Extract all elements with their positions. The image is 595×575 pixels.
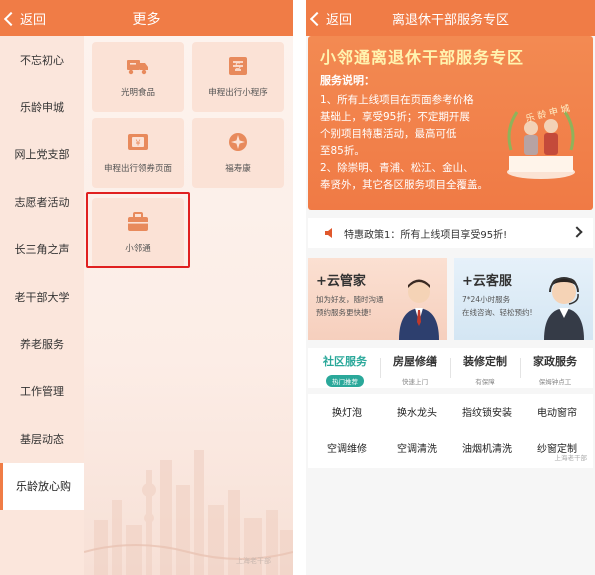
tile-label: 申程出行小程序: [208, 88, 268, 98]
banner-line: 2、除崇明、青浦、松江、金山、: [320, 162, 474, 174]
coupon-icon: ¥: [128, 134, 148, 150]
banner-line: 个别项目特惠活动，最高可低: [320, 128, 457, 140]
page-title: 更多: [132, 12, 161, 28]
truck-icon: [127, 60, 148, 75]
card-subtitle: 7*24小时服务: [462, 295, 511, 304]
cloud-butler-card[interactable]: +云管家 加为好友，随时沟通 预约服务更快捷!: [308, 258, 447, 340]
sidebar-item-yangtze-voice[interactable]: 长三角之声: [0, 226, 84, 273]
customer-service-avatar: [544, 277, 584, 340]
flower-icon: [229, 133, 247, 151]
sidebar-item-leling-shopping[interactable]: 乐龄放心购: [0, 462, 84, 510]
chevron-right-icon: [571, 226, 583, 238]
service-items-grid: 换灯泡 换水龙头 指纹锁安装 电动窗帘 空调维修 空调清洗 油烟机清洗 纱窗定制: [308, 394, 593, 468]
sidebar-item-lelingshencheng[interactable]: 乐龄申城: [0, 83, 84, 130]
tab-label: 家政服务: [533, 355, 577, 368]
highlight-box: [86, 192, 190, 268]
sidebar-item-cadre-university[interactable]: 老干部大学: [0, 273, 84, 320]
svg-text:¥: ¥: [135, 139, 140, 148]
service-item[interactable]: 空调清洗: [382, 440, 452, 455]
cloud-service-card[interactable]: +云客服 7*24小时服务 在线咨询、轻松预约!: [454, 258, 593, 340]
sidebar-item-party-branch[interactable]: 网上党支部: [0, 131, 84, 178]
banner-line: 至85折。: [320, 145, 365, 157]
card-title: +云管家: [316, 274, 366, 289]
service-item[interactable]: 换水龙头: [382, 404, 452, 419]
sidebar-item-work-management[interactable]: 工作管理: [0, 368, 84, 415]
service-category-tabs: 社区服务 热门推荐 房屋修缮 快速上门 装修定制 有保障 家政服务 保姆钟点工: [308, 348, 593, 388]
watermark: 上海老干部: [554, 454, 588, 462]
tab-sublabel: 保姆钟点工: [538, 378, 572, 386]
tab-label: 装修定制: [463, 355, 507, 368]
promo-notice-bar[interactable]: 特惠政策1：所有上线项目享受95折!: [308, 218, 593, 248]
svg-text:S: S: [235, 62, 241, 72]
tab-sublabel: 有保障: [475, 378, 495, 386]
sidebar-item-elderly-service[interactable]: 养老服务: [0, 320, 84, 367]
sidebar: 不忘初心 乐龄申城 网上党支部 志愿者活动 长三角之声 老干部大学 养老服务 工…: [0, 36, 84, 575]
tab-divider: [380, 358, 381, 378]
watermark: 上海老干部: [236, 557, 271, 565]
butler-avatar: [399, 279, 439, 340]
speaker-icon: [325, 228, 332, 238]
card-subtitle: 在线咨询、轻松预约!: [462, 308, 533, 317]
tab-housekeeping[interactable]: 家政服务 保姆钟点工: [522, 348, 588, 388]
tile-shencheng-coupon[interactable]: ¥ 申程出行领券页面: [92, 118, 184, 188]
tab-sublabel: 快速上门: [402, 378, 428, 386]
banner-line: 1、所有上线项目在页面参考价格: [320, 94, 474, 106]
banner-line: 奉贤外，其它各区服务项目全覆盖。: [320, 179, 488, 191]
notice-text: 特惠政策1：所有上线项目享受95折!: [344, 229, 508, 241]
card-subtitle: 预约服务更快捷!: [316, 308, 372, 317]
tile-shencheng-miniapp[interactable]: S 申程出行小程序: [192, 42, 284, 112]
tab-divider: [520, 358, 521, 378]
page-title: 离退休干部服务专区: [391, 13, 509, 28]
sidebar-item-buwangchuxin[interactable]: 不忘初心: [0, 36, 84, 83]
service-item[interactable]: 电动窗帘: [522, 404, 592, 419]
service-item[interactable]: 指纹锁安装: [452, 404, 522, 419]
tile-fushoukang[interactable]: 福寿康: [192, 118, 284, 188]
tile-label: 申程出行领券页面: [103, 164, 172, 174]
left-title-bar: 返回 更多: [0, 0, 293, 36]
service-item[interactable]: 空调维修: [312, 440, 382, 455]
city-skyline-image: [84, 450, 293, 575]
card-title: +云客服: [462, 274, 512, 289]
tile-label: 光明食品: [120, 88, 155, 98]
sidebar-item-volunteer[interactable]: 志愿者活动: [0, 178, 84, 225]
promo-banner: 小邻通离退休干部服务专区 服务说明： 1、所有上线项目在页面参考价格 基础上，享…: [308, 36, 593, 210]
card-subtitle: 加为好友，随时沟通: [316, 295, 384, 304]
banner-heading: 服务说明：: [320, 74, 375, 87]
tile-label: 福寿康: [225, 164, 251, 174]
banner-line: 基础上，享受95折；不定期开展: [320, 111, 470, 123]
tile-guangming-food[interactable]: 光明食品: [92, 42, 184, 112]
tab-renovation[interactable]: 装修定制 有保障: [452, 348, 518, 388]
tab-sublabel: 热门推荐: [326, 375, 364, 387]
service-item[interactable]: 油烟机清洗: [452, 440, 522, 455]
right-title-bar: 返回 离退休干部服务专区: [306, 0, 595, 36]
tab-label: 房屋修缮: [393, 355, 437, 368]
service-item[interactable]: 换灯泡: [312, 404, 382, 419]
tab-community-service[interactable]: 社区服务 热门推荐: [312, 348, 378, 388]
sidebar-item-grassroots-news[interactable]: 基层动态: [0, 415, 84, 462]
tab-label: 社区服务: [323, 355, 367, 368]
left-screen: 返回 更多 不忘初心 乐龄申城 网上党支部 志愿者活动 长三角之声 老干部大学 …: [0, 0, 293, 575]
right-screen: 返回 离退休干部服务专区 小邻通离退休干部服务专区 服务说明： 1、所有上线项目…: [306, 0, 595, 575]
tab-house-repair[interactable]: 房屋修缮 快速上门: [382, 348, 448, 388]
tab-divider: [450, 358, 451, 378]
banner-title: 小邻通离退休干部服务专区: [320, 48, 525, 67]
ticket-icon: S: [229, 57, 247, 75]
